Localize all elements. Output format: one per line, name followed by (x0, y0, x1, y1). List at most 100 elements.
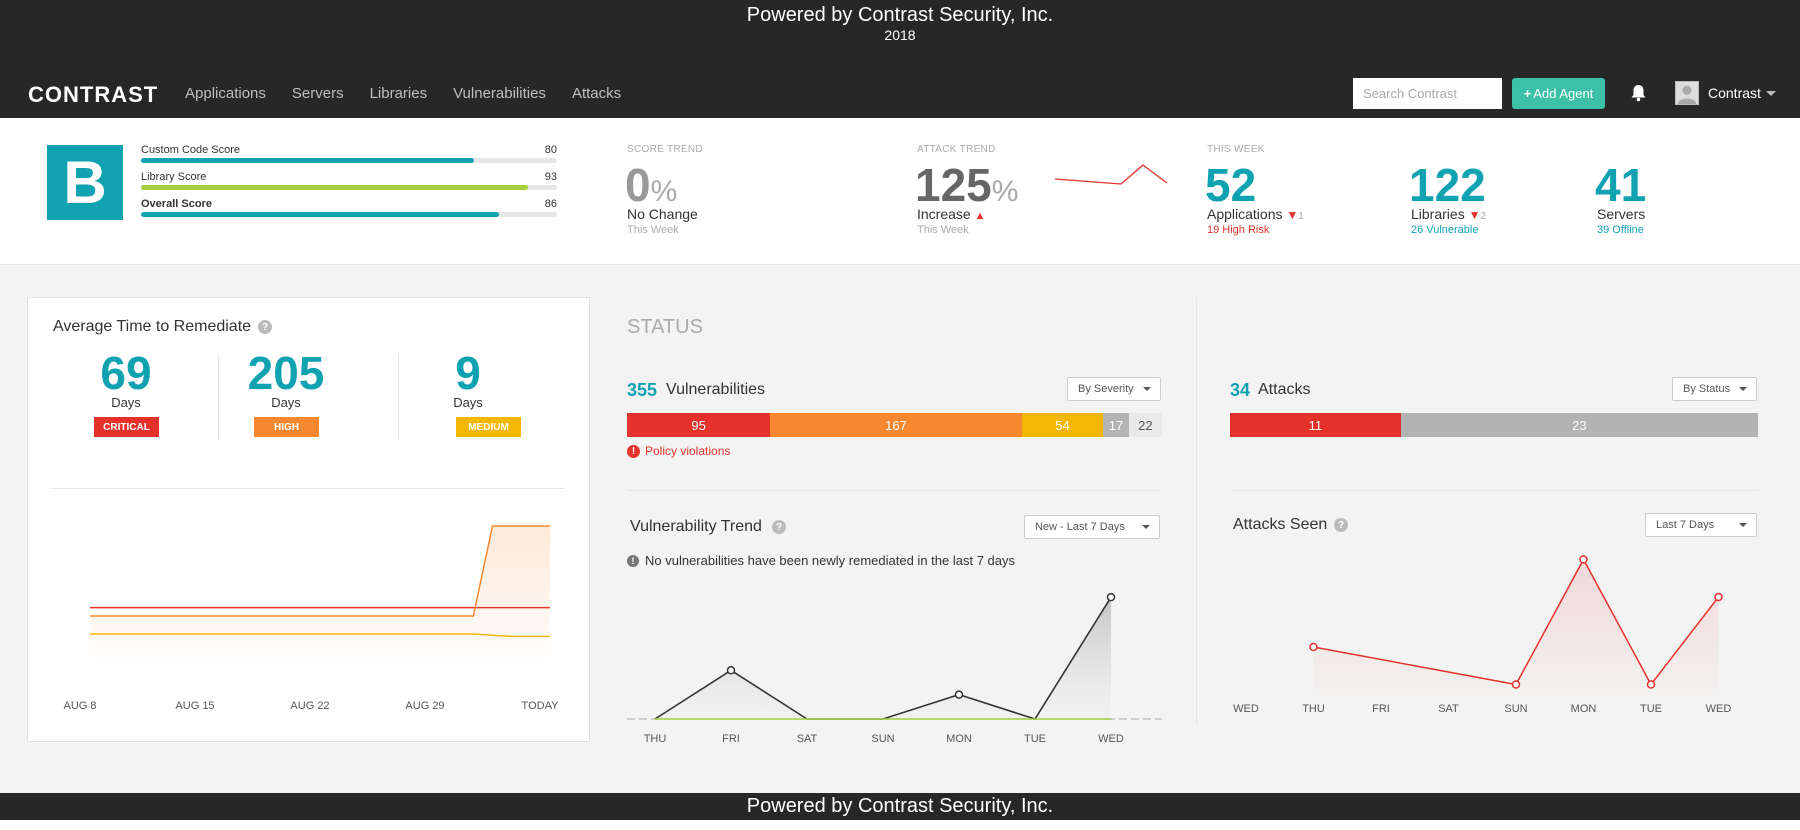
score-fill (141, 185, 528, 190)
score-bar (141, 212, 557, 217)
severity-dropdown[interactable]: By Severity (1067, 377, 1161, 401)
attack-status-dropdown[interactable]: By Status (1672, 377, 1757, 401)
remediate-card: Average Time to Remediate ? 69 Days CRIT… (27, 297, 590, 742)
score-trend-status: No Change (627, 206, 698, 222)
alert-icon: ! (627, 444, 640, 458)
add-agent-button[interactable]: + Add Agent (1512, 78, 1605, 109)
bar-segment[interactable]: 22 (1128, 413, 1162, 437)
search-input[interactable] (1353, 78, 1502, 109)
bar-segment[interactable]: 54 (1021, 413, 1104, 437)
banner-year: 2018 (884, 27, 916, 43)
servers-label: Servers (1597, 206, 1646, 222)
plus-icon: + (1523, 86, 1532, 101)
arrow-up-icon: ▲ (974, 210, 986, 222)
nav-applications[interactable]: Applications (185, 85, 266, 102)
applications-delta: 1 (1298, 211, 1304, 222)
chevron-down-icon (1143, 387, 1151, 391)
libraries-count[interactable]: 122 (1409, 162, 1486, 208)
help-icon[interactable]: ? (1334, 518, 1348, 532)
x-tick-label: THU (643, 733, 667, 745)
grade-badge: B (47, 145, 123, 220)
user-name[interactable]: Contrast (1708, 85, 1761, 101)
vuln-trend-dropdown-value: New - Last 7 Days (1035, 521, 1125, 533)
attacks-count[interactable]: 34 (1230, 380, 1250, 401)
attacks-label: Attacks (1258, 381, 1311, 398)
nav-attacks[interactable]: Attacks (572, 85, 621, 102)
servers-count[interactable]: 41 (1595, 162, 1646, 208)
bar-segment[interactable]: 23 (1400, 413, 1758, 437)
score-label: Library Score (141, 171, 207, 183)
chevron-down-icon (1142, 525, 1150, 529)
score-bar (141, 158, 557, 163)
vuln-trend-message: ! No vulnerabilities have been newly rem… (627, 553, 1015, 568)
score-label: Custom Code Score (141, 144, 241, 156)
status-title: STATUS (627, 316, 703, 338)
help-icon[interactable]: ? (258, 320, 272, 334)
score-trend-number: 0 (625, 159, 651, 211)
bottom-banner-title: Powered by Contrast Security, Inc. (746, 795, 1054, 817)
critical-badge: CRITICAL (94, 417, 159, 437)
vulnerabilities-count[interactable]: 355 (627, 380, 657, 401)
contrast-logo[interactable]: CONTRAST (28, 82, 158, 108)
bar-segment[interactable]: 17 (1103, 413, 1129, 437)
x-tick-label: AUG 8 (63, 700, 97, 712)
vuln-trend-dropdown[interactable]: New - Last 7 Days (1024, 515, 1160, 539)
info-icon: ! (627, 554, 639, 567)
attack-status-dropdown-value: By Status (1683, 383, 1731, 395)
servers-offline[interactable]: 39 Offline (1597, 224, 1644, 236)
series-area (655, 597, 1111, 719)
applications-high-risk[interactable]: 19 High Risk (1207, 224, 1269, 236)
main-nav: Applications Servers Libraries Vulnerabi… (185, 85, 621, 102)
libraries-vulnerable[interactable]: 26 Vulnerable (1411, 224, 1478, 236)
x-tick-label: SAT (1438, 703, 1459, 715)
medium-days-value: 9 (455, 347, 481, 399)
x-tick-label: AUG 29 (405, 700, 445, 712)
policy-violations-text: Policy violations (645, 444, 731, 458)
score-trend-unit: % (650, 175, 678, 208)
high-days-value: 205 (247, 347, 325, 399)
attacks-seen-dropdown[interactable]: Last 7 Days (1645, 513, 1757, 537)
attack-trend-unit: % (991, 175, 1019, 208)
nav-vulnerabilities[interactable]: Vulnerabilities (453, 85, 546, 102)
score-value: 86 (544, 198, 557, 210)
x-tick-label: SUN (1504, 703, 1528, 715)
policy-violations-link[interactable]: ! Policy violations (627, 444, 730, 458)
score-trend-period: This Week (627, 224, 679, 236)
attacks-seen-chart (1309, 555, 1723, 697)
summary-strip: B Custom Code Score 80 Library Score 93 … (0, 118, 1800, 265)
bar-segment[interactable]: 11 (1230, 413, 1401, 437)
page-bottom (0, 820, 1800, 830)
bar-segment[interactable]: 95 (627, 413, 771, 437)
chevron-down-icon[interactable] (1766, 91, 1776, 96)
x-tick-label: TODAY (521, 700, 559, 712)
applications-count[interactable]: 52 (1205, 162, 1256, 208)
score-custom-code: Custom Code Score 80 (141, 144, 557, 163)
nav-servers[interactable]: Servers (292, 85, 344, 102)
divider (51, 488, 564, 489)
bar-segment[interactable]: 167 (770, 413, 1022, 437)
vuln-trend-title: Vulnerability Trend (630, 518, 762, 535)
attack-trend-caption: ATTACK TREND (917, 144, 996, 155)
x-tick-label: SUN (871, 733, 895, 745)
high-badge: HIGH (254, 417, 319, 437)
x-tick-label: FRI (722, 733, 740, 745)
divider (1230, 490, 1758, 491)
data-point (1511, 680, 1521, 689)
x-tick-label: THU (1302, 703, 1325, 715)
score-value: 80 (544, 144, 557, 156)
libraries-delta: 2 (1480, 211, 1487, 222)
bell-icon[interactable] (1630, 84, 1647, 102)
data-point (954, 690, 964, 699)
nav-libraries[interactable]: Libraries (370, 85, 428, 102)
x-tick-label: TUE (1640, 703, 1662, 715)
high-days-unit: Days (271, 395, 301, 410)
score-library: Library Score 93 (141, 171, 557, 190)
avatar[interactable] (1675, 81, 1699, 105)
arrow-down-icon: ▼ (1468, 208, 1481, 222)
x-tick-label: TUE (1024, 733, 1046, 745)
help-icon[interactable]: ? (772, 520, 786, 534)
libraries-label: Libraries ▼2 (1411, 206, 1486, 222)
x-tick-label: FRI (1372, 703, 1390, 715)
medium-badge: MEDIUM (456, 417, 521, 437)
attacks-bar: 11 23 (1230, 413, 1758, 437)
